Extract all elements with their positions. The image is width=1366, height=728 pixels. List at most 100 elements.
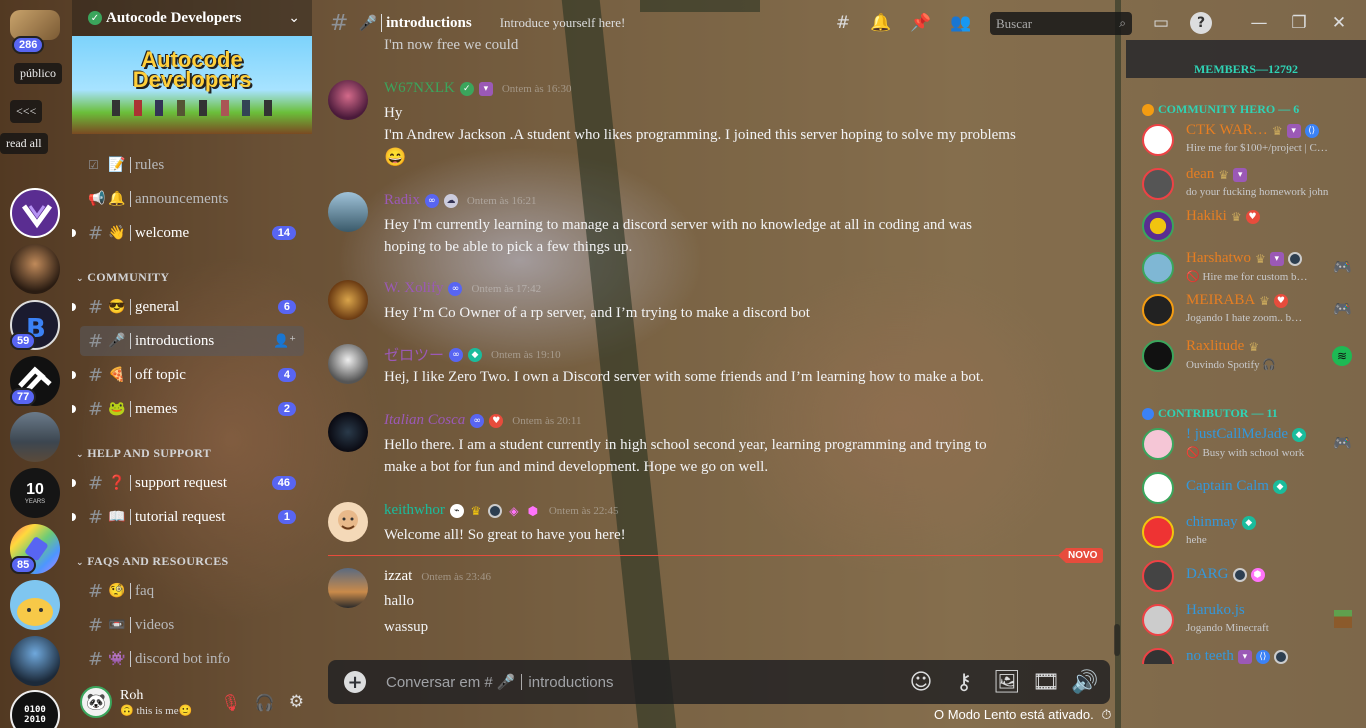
member-item[interactable]: DARG ⬢ (1140, 556, 1362, 598)
add-attachment-button[interactable]: + (344, 671, 366, 693)
banner-title: Autocode Developers (132, 47, 252, 92)
banner-characters (112, 100, 272, 116)
member-list-icon[interactable]: 👥 (950, 12, 972, 34)
threads-icon[interactable]: # (832, 12, 854, 34)
message-text: I'm now free we could (384, 37, 519, 53)
member-item[interactable]: Hakiki ♛ ♥ (1140, 206, 1362, 248)
server-icon-portrait[interactable] (10, 244, 60, 294)
shield-badge-icon: ▾ (1233, 167, 1248, 182)
heart-badge-icon: ♥ (489, 413, 504, 428)
channel-rules[interactable]: ☑ 📝 rules (80, 150, 304, 180)
link-badge-icon: ∞ (449, 347, 464, 362)
server-icon-binary[interactable]: 0100 2010 (10, 690, 60, 728)
category-help-support[interactable]: ⌄ HELP AND SUPPORT (76, 446, 211, 461)
minimize-icon[interactable]: — (1248, 12, 1270, 34)
channel-name: welcome (135, 224, 190, 241)
maximize-icon[interactable]: ❐ (1288, 12, 1310, 34)
member-item[interactable]: CTK WAR… ♛ ▾ ⟨⟩ Hire me for $100+/project |… (1140, 120, 1362, 162)
channel-emoji: 📖 (108, 509, 126, 525)
server-icon-figure[interactable] (10, 636, 60, 686)
image-icon[interactable]: 🖼 (993, 668, 1021, 696)
dev-badge-icon: ⟨⟩ (1304, 123, 1319, 138)
inbox-icon[interactable]: ▭ (1150, 12, 1172, 34)
avatar[interactable] (328, 568, 368, 608)
member-item[interactable]: MEIRABA ♛ ♥ Jogando I hate zoom.. b… 🎮 (1140, 290, 1362, 332)
author-name[interactable]: W. Xolify (384, 280, 443, 297)
speaker-icon[interactable]: 🔊 (1071, 668, 1099, 696)
author-name[interactable]: ゼロツー (384, 344, 444, 365)
avatar (1142, 648, 1174, 664)
channel-welcome[interactable]: # 👋 welcome 14 (72, 218, 304, 248)
avatar[interactable] (328, 192, 368, 232)
close-icon[interactable]: ✕ (1328, 12, 1350, 34)
channel-videos[interactable]: # 📼 videos (80, 610, 304, 640)
member-item[interactable]: ! justCallMeJade ◆ 🚫 Busy with school wor… (1140, 424, 1362, 466)
channel-name: support request (135, 474, 228, 491)
member-item[interactable]: Harshatwo ♛ ▾ 🚫 Hire me for custom b… 🎮 (1140, 248, 1362, 290)
unread-dot (72, 479, 76, 487)
collapse-button[interactable]: <<< (10, 100, 43, 123)
channel-introductions[interactable]: # 🎤 introductions 👤⁺ (80, 326, 304, 356)
hash-icon: # (88, 506, 104, 528)
avatar[interactable] (328, 344, 368, 384)
avatar[interactable] (328, 280, 368, 320)
author-name[interactable]: Italian Cosca (384, 412, 465, 429)
server-header[interactable]: ✓ Autocode Developers ⌄ (72, 0, 312, 36)
channel-general[interactable]: # 😎 general 6 (72, 292, 304, 322)
member-item[interactable]: dean ♛ ▾ do your fucking homework john (1140, 164, 1362, 206)
channel-discord-bot-info[interactable]: # 👾 discord bot info (80, 644, 304, 674)
channel-faq[interactable]: # 🧐 faq (80, 576, 304, 606)
channel-tutorial-request[interactable]: # 📖 tutorial request 1 (72, 502, 304, 532)
mic-muted-icon[interactable]: 🎙 (221, 693, 241, 712)
category-faqs-resources[interactable]: ⌄ FAQS AND RESOURCES (76, 554, 228, 569)
author-name[interactable]: W67NXLK (384, 80, 455, 97)
author-name[interactable]: keithwhor (384, 502, 445, 519)
server-icon-landscape[interactable] (10, 412, 60, 462)
scrollbar[interactable] (1114, 624, 1120, 656)
emoji-icon[interactable]: ☺ (907, 668, 935, 696)
avatar (1142, 516, 1174, 548)
key-icon[interactable]: ⚷ (946, 668, 982, 696)
member-item[interactable]: Raxlitude ♛ Ouvindo Spotify 🎧 ≋ (1140, 336, 1362, 378)
channel-support-request[interactable]: # ❓ support request 46 (72, 468, 304, 498)
author-name[interactable]: izzat (384, 568, 412, 585)
pin-icon[interactable]: 📌 (910, 12, 932, 34)
author-name[interactable]: Radix (384, 192, 420, 209)
crown-badge-icon: ♛ (1218, 167, 1230, 182)
bell-icon[interactable]: 🔔 (870, 12, 892, 34)
public-folder-label[interactable]: público (14, 63, 62, 84)
headphones-icon[interactable]: 🎧 (255, 693, 275, 712)
help-icon[interactable]: ? (1190, 12, 1212, 34)
category-community[interactable]: ⌄ COMMUNITY (76, 270, 169, 285)
channel-name: announcements (135, 190, 229, 207)
avatar[interactable] (328, 80, 368, 120)
channel-emoji: 📝 (108, 157, 126, 173)
film-icon[interactable]: 🎞 (1032, 668, 1060, 696)
member-item[interactable]: Captain Calm ◆ (1140, 468, 1362, 510)
mention-badge: 14 (271, 226, 296, 240)
channel-announcements[interactable]: 📢 🔔 announcements (80, 184, 304, 214)
chevron-down-icon[interactable]: ⌄ (288, 10, 300, 26)
server-icon-purple[interactable] (10, 188, 60, 238)
mention-badge: 1 (277, 510, 296, 524)
gear-icon[interactable]: ⚙ (289, 692, 304, 712)
member-item[interactable]: chinmay ◆ hehe (1140, 512, 1362, 554)
message-input[interactable]: Conversar em # 🎤 introductions (386, 673, 907, 692)
mention-badge: 4 (277, 368, 296, 382)
avatar[interactable]: 🐼 (80, 686, 112, 718)
read-all-button[interactable]: read all (0, 133, 48, 154)
search-input[interactable]: Buscar ⌕ (990, 12, 1132, 35)
timestamp: Ontem às 20:11 (512, 414, 582, 427)
avatar[interactable] (328, 502, 368, 542)
avatar[interactable] (328, 412, 368, 452)
server-icon-10-years[interactable]: 10 YEARS (10, 468, 60, 518)
channel-memes[interactable]: # 🐸 memes 2 (72, 394, 304, 424)
invite-icon[interactable]: 👤⁺ (273, 334, 296, 349)
server-icon-blob[interactable] (10, 580, 60, 630)
member-item[interactable]: Haruko.js Jogando Minecraft (1140, 600, 1362, 642)
unread-dot (72, 371, 76, 379)
verified-badge-icon: ✓ (459, 81, 474, 96)
member-item[interactable]: no teeth ▾ ⟨⟩ (1140, 644, 1362, 664)
channel-off-topic[interactable]: # 🍕 off topic 4 (72, 360, 304, 390)
avatar (1142, 340, 1174, 372)
